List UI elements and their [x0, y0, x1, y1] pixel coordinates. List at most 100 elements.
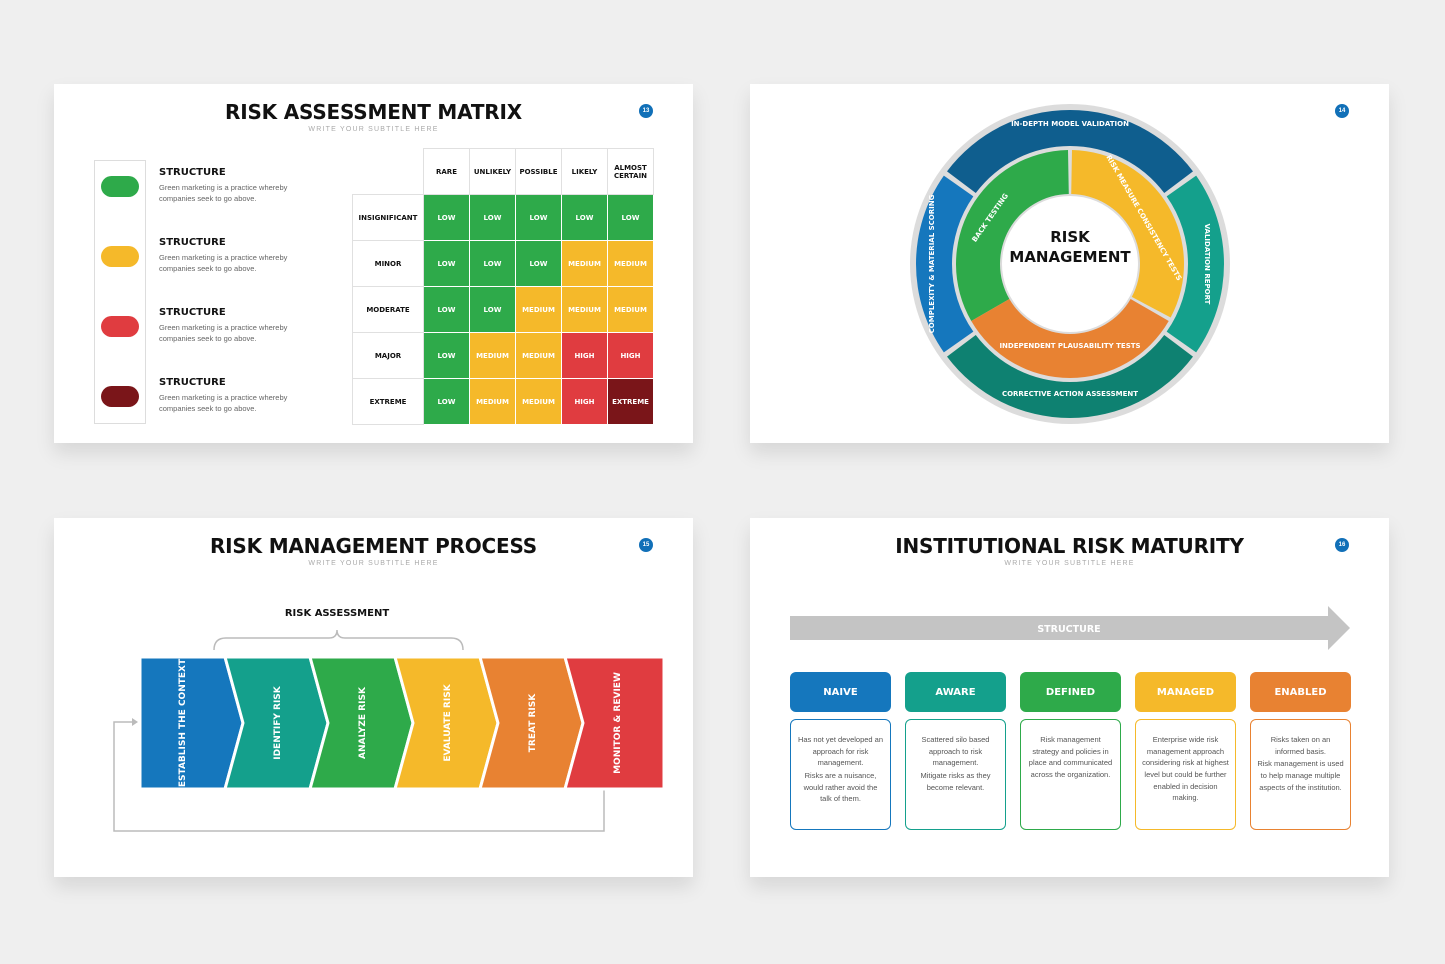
slide-risk-management-process[interactable]: RISK MANAGEMENT PROCESS WRITE YOUR SUBTI… — [54, 518, 693, 877]
wheel-label: CORRECTIVE ACTION ASSESSMENT — [1002, 390, 1138, 398]
risk-matrix-table: RARE UNLIKELY POSSIBLE LIKELY ALMOST CERTAIN… — [352, 148, 654, 425]
wheel-label: MANAGEMENT — [1009, 248, 1131, 266]
matrix-row-header: MODERATE — [352, 286, 424, 333]
matrix-cell: LOW — [469, 240, 516, 287]
matrix-row: INSIGNIFICANT LOW LOW LOW LOW LOW — [352, 194, 654, 241]
slide-risk-assessment-matrix[interactable]: RISK ASSESSMENT MATRIX WRITE YOUR SUBTIT… — [54, 84, 693, 443]
matrix-cell: MEDIUM — [515, 286, 562, 333]
matrix-cell: MEDIUM — [515, 332, 562, 379]
matrix-header-row: RARE UNLIKELY POSSIBLE LIKELY ALMOST CERTAIN — [353, 148, 654, 195]
slide-subtitle: WRITE YOUR SUBTITLE HERE — [308, 126, 439, 133]
slide-title: INSTITUTIONAL RISK MATURITY — [895, 534, 1244, 558]
bracket — [213, 629, 464, 651]
process-chevrons: RISK ASSESSMENT ESTABLISH THE CONTEXT IDEN… — [113, 608, 666, 832]
legend-pill-green — [101, 176, 139, 197]
wheel-label: COMPLEXITY & MATERIAL SCORING — [928, 194, 936, 333]
matrix-cell: LOW — [423, 194, 470, 241]
slide-subtitle: WRITE YOUR SUBTITLE HERE — [1004, 560, 1135, 567]
matrix-cell: MEDIUM — [515, 378, 562, 425]
stage-text: Risk management strategy and policies in… — [1028, 735, 1113, 779]
page-number-badge: 13 — [639, 104, 653, 118]
stage-text: Mitigate risks as they become relevant. — [920, 770, 991, 792]
page-number-badge: 16 — [1335, 538, 1349, 552]
matrix-row-header: INSIGNIFICANT — [352, 194, 424, 241]
matrix-cell: MEDIUM — [607, 286, 654, 333]
matrix-cell: LOW — [515, 194, 562, 241]
process-step-label: IDENTIFY RISK — [273, 685, 283, 760]
stage-description: Has not yet developed an approach for ri… — [790, 719, 891, 830]
slide-risk-management-wheel[interactable]: 14 RISK MANAGEMENT IN-DEPTH MODEL VALIDATI… — [750, 84, 1389, 443]
risk-management-wheel: RISK MANAGEMENT IN-DEPTH MODEL VALIDATION V… — [910, 104, 1230, 424]
matrix-corner — [353, 149, 424, 195]
matrix-row-header: MINOR — [352, 240, 424, 287]
structure-arrow: STRUCTURE — [790, 606, 1350, 650]
legend-description: Green marketing is a practice whereby co… — [159, 393, 288, 414]
slide-institutional-risk-maturity[interactable]: INSTITUTIONAL RISK MATURITY WRITE YOUR S… — [750, 518, 1389, 877]
stage-header: AWARE — [905, 672, 1006, 712]
matrix-cell: MEDIUM — [469, 378, 516, 425]
matrix-cell: MEDIUM — [607, 240, 654, 287]
arrow-label: STRUCTURE — [1037, 624, 1100, 635]
matrix-cell: HIGH — [607, 332, 654, 379]
matrix-column-header: LIKELY — [561, 148, 608, 195]
matrix-row: MODERATE LOW LOW MEDIUM MEDIUM MEDIUM — [352, 286, 654, 333]
process-step-label: ESTABLISH THE CONTEXT — [178, 658, 188, 787]
page-number-badge: 14 — [1335, 104, 1349, 118]
stage-header: DEFINED — [1020, 672, 1121, 712]
stage-description: Risks taken on an informed basis. Risk ma… — [1250, 719, 1351, 830]
legend-item: STRUCTURE Green marketing is a practice w… — [159, 307, 319, 345]
stage-description: Scattered silo based approach to risk ma… — [905, 719, 1006, 830]
stage-header: MANAGED — [1135, 672, 1236, 712]
process-step-label: EVALUATE RISK — [443, 683, 453, 761]
matrix-row-header: MAJOR — [352, 332, 424, 379]
stage-header: ENABLED — [1250, 672, 1351, 712]
stage-text: Risk management is used to help manage m… — [1257, 759, 1344, 792]
slide-title: RISK ASSESSMENT MATRIX — [225, 100, 522, 124]
matrix-cell: LOW — [515, 240, 562, 287]
matrix-cell: LOW — [423, 240, 470, 287]
matrix-cell: HIGH — [561, 378, 608, 425]
legend-pill-red — [101, 316, 139, 337]
legend-heading: STRUCTURE — [159, 237, 226, 248]
wheel-label: INDEPENDENT PLAUSABILITY TESTS — [999, 342, 1140, 350]
stage-description: Enterprise wide risk management approach… — [1135, 719, 1236, 830]
stage-header: NAIVE — [790, 672, 891, 712]
stage-text: Risks taken on an informed basis. — [1270, 735, 1331, 756]
stage-text: Has not yet developed an approach for ri… — [797, 735, 884, 768]
wheel-label: RISK — [1050, 228, 1091, 246]
legend-item: STRUCTURE Green marketing is a practice w… — [159, 167, 319, 205]
legend-heading: STRUCTURE — [159, 377, 226, 388]
process-step — [138, 655, 245, 791]
legend-heading: STRUCTURE — [159, 167, 226, 178]
slide-title: RISK MANAGEMENT PROCESS — [209, 534, 537, 558]
stage-text: Risks are a nuisance, would rather avoid… — [803, 770, 878, 804]
wheel-label: VALIDATION REPORT — [1203, 224, 1211, 305]
legend-description: Green marketing is a practice whereby co… — [159, 253, 288, 274]
matrix-cell: LOW — [423, 332, 470, 379]
process-step-label: MONITOR & REVIEW — [613, 672, 623, 774]
slide-subtitle: WRITE YOUR SUBTITLE HERE — [308, 560, 439, 567]
bracket-label: RISK ASSESSMENT — [285, 608, 389, 619]
matrix-cell: LOW — [561, 194, 608, 241]
matrix-column-header: ALMOST CERTAIN — [607, 148, 654, 195]
stage-text: Scattered silo based approach to risk ma… — [921, 735, 990, 768]
legend-item: STRUCTURE Green marketing is a practice w… — [159, 237, 319, 275]
matrix-row-header: EXTREME — [352, 378, 424, 425]
matrix-row: MAJOR LOW MEDIUM MEDIUM HIGH HIGH — [352, 332, 654, 379]
legend-pill-yellow — [101, 246, 139, 267]
matrix-cell: LOW — [469, 194, 516, 241]
legend-pill-darkred — [101, 386, 139, 407]
matrix-cell: EXTREME — [607, 378, 654, 425]
matrix-column-header: RARE — [423, 148, 470, 195]
matrix-cell: LOW — [423, 286, 470, 333]
legend-description: Green marketing is a practice whereby co… — [159, 323, 288, 344]
page-number-badge: 15 — [639, 538, 653, 552]
process-step-label: TREAT RISK — [528, 693, 538, 753]
legend-color-box — [94, 160, 146, 424]
legend-heading: STRUCTURE — [159, 307, 226, 318]
legend-item: STRUCTURE Green marketing is a practice w… — [159, 377, 319, 415]
matrix-row: MINOR LOW LOW LOW MEDIUM MEDIUM — [352, 240, 654, 287]
matrix-cell: LOW — [469, 286, 516, 333]
wheel-label: IN-DEPTH MODEL VALIDATION — [1011, 120, 1129, 128]
matrix-cell: MEDIUM — [561, 240, 608, 287]
